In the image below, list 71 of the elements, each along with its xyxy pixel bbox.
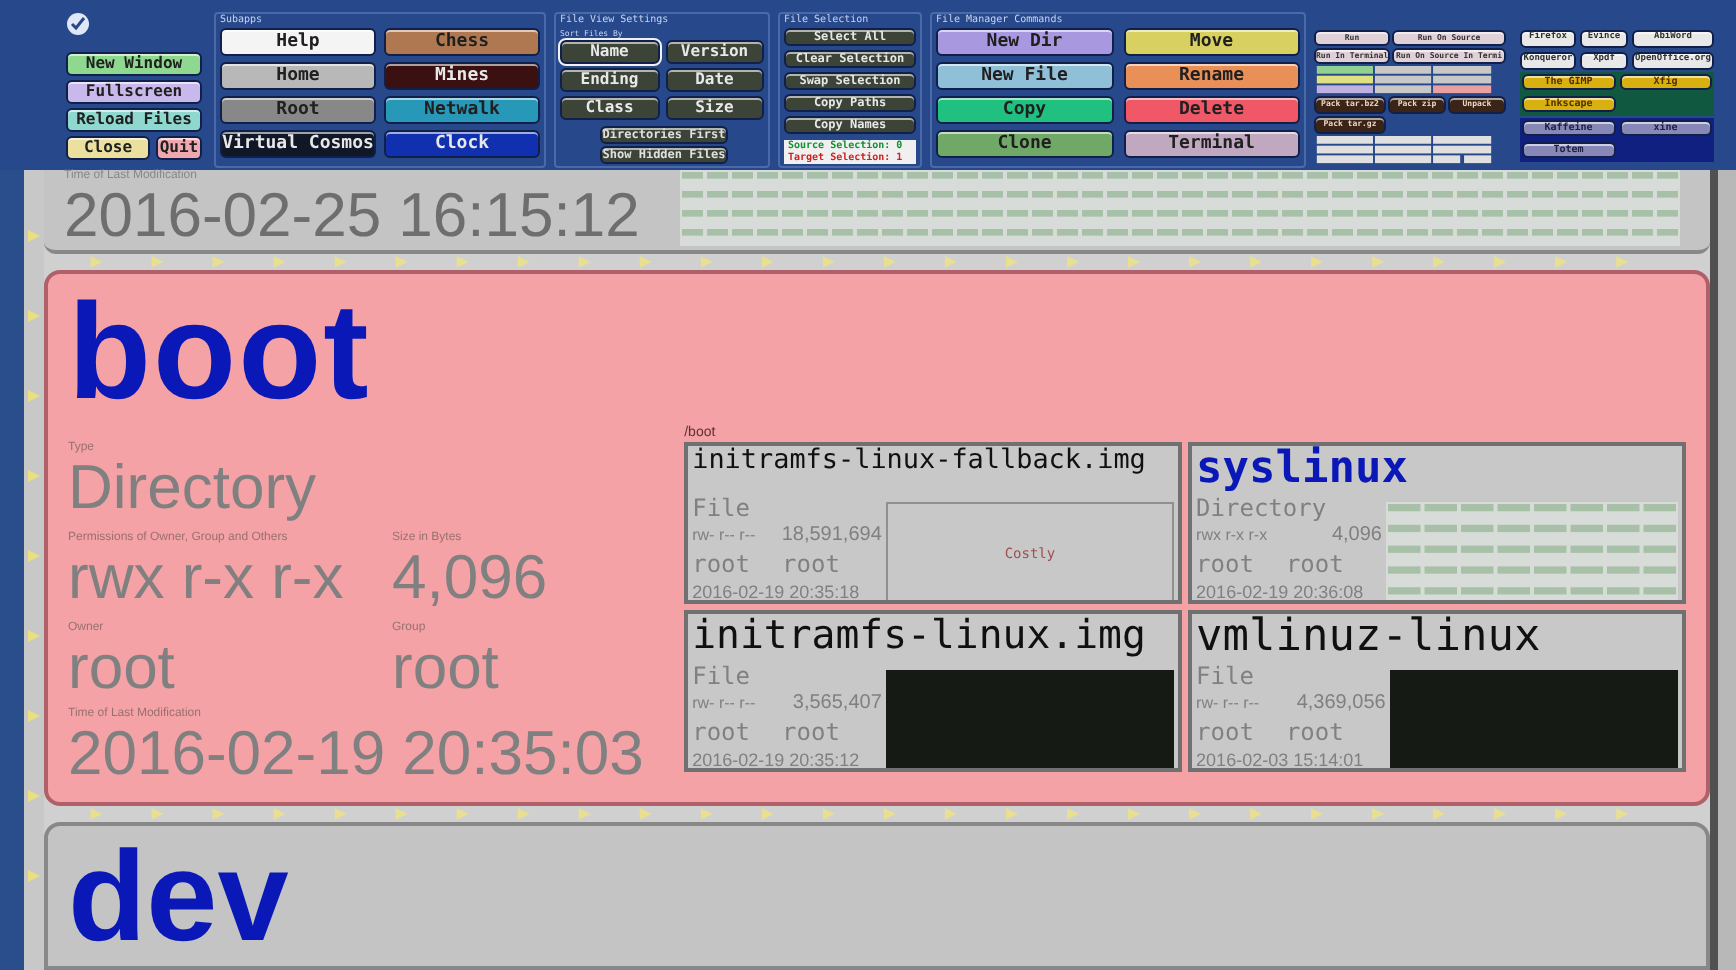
- permissions: rwx r-x r-x: [68, 546, 346, 611]
- owner: root: [1196, 550, 1254, 579]
- permissions: rw- r-- r--: [692, 524, 756, 549]
- entry-card[interactable]: [44, 270, 1710, 807]
- command-button[interactable]: Name: [560, 40, 659, 64]
- child-name: initramfs-linux.img: [692, 614, 1148, 659]
- logo-icon: [66, 12, 90, 36]
- owner: root: [1196, 718, 1254, 747]
- entry-name: boot: [68, 278, 373, 427]
- command-button[interactable]: Home: [220, 62, 376, 90]
- command-button[interactable]: Clone: [936, 130, 1113, 158]
- child-type: File: [692, 662, 753, 691]
- command-button[interactable]: Netwalk: [384, 96, 540, 124]
- child-name: syslinux: [1196, 446, 1411, 495]
- file-size: 4,096: [392, 546, 548, 611]
- entry-name: dev: [68, 826, 291, 966]
- command-button[interactable]: Version: [665, 40, 764, 64]
- command-button[interactable]: Reload Files: [66, 108, 202, 132]
- command-button[interactable]: Close: [66, 136, 150, 160]
- command-button[interactable]: Root: [220, 96, 376, 124]
- owner: root: [68, 636, 177, 701]
- scrollbar[interactable]: [1710, 170, 1736, 970]
- file-size: 18,591,694: [781, 522, 882, 551]
- child-entry-card[interactable]: vmlinuz-linux File rw- r-- r-- 4,369,056 root root 2016-02-03 15:14:01: [1188, 610, 1686, 773]
- command-button[interactable]: Delete: [1123, 96, 1300, 124]
- modification-time: 2016-02-19 20:35:18: [692, 580, 862, 601]
- command-button[interactable]: Virtual Cosmos: [220, 130, 376, 158]
- command-button[interactable]: Chess: [384, 28, 540, 56]
- file-size: 3,565,407: [792, 690, 882, 719]
- group: root: [1285, 550, 1344, 579]
- command-button[interactable]: Ending: [560, 68, 659, 92]
- group: root: [782, 550, 840, 579]
- modification-time: 2016-02-19 20:36:08: [1196, 580, 1366, 601]
- command-button[interactable]: New Window: [66, 52, 202, 76]
- child-type: File: [692, 494, 753, 523]
- command-button[interactable]: Quit: [156, 136, 202, 160]
- permissions: rw- r-- r--: [1196, 692, 1260, 717]
- command-button[interactable]: Mines: [384, 62, 540, 90]
- child-name: vmlinuz-linux: [1196, 614, 1543, 663]
- child-name: initramfs-linux-fallback.img: [692, 446, 1148, 478]
- group: root: [782, 718, 840, 747]
- command-button[interactable]: Size: [665, 96, 764, 120]
- group: root: [392, 636, 499, 701]
- entry-card[interactable]: dev: [44, 822, 1710, 970]
- command-button[interactable]: New File: [936, 62, 1113, 90]
- command-button[interactable]: Help: [220, 28, 376, 56]
- child-type: File: [1196, 662, 1256, 691]
- command-button[interactable]: Class: [560, 96, 659, 120]
- child-entry-card[interactable]: syslinux Directory rwx r-x r-x 4,096 root root 2016-02-19 20:36:08: [1188, 442, 1686, 605]
- command-button[interactable]: Terminal: [1123, 130, 1300, 158]
- permissions: rwx r-x r-x: [1196, 524, 1268, 549]
- child-entry-card[interactable]: initramfs-linux.img File rw- r-- r-- 3,565,407 root root 2016-02-19 20:35:12: [684, 610, 1183, 773]
- command-button[interactable]: New Dir: [936, 28, 1113, 56]
- file-size: 4,096: [1331, 522, 1382, 551]
- owner: root: [692, 550, 751, 579]
- file-size: 4,369,056: [1296, 690, 1386, 719]
- modification-time: 2016-02-25 16:15:12: [64, 184, 642, 248]
- child-type: Directory: [1196, 494, 1329, 523]
- command-button[interactable]: Move: [1123, 28, 1300, 56]
- permissions: rw- r-- r--: [692, 692, 756, 717]
- modification-time: 2016-02-03 15:14:01: [1196, 748, 1366, 769]
- command-button[interactable]: Fullscreen: [66, 80, 202, 104]
- modification-time: 2016-02-19 20:35:12: [692, 748, 862, 769]
- group: root: [1285, 718, 1344, 747]
- command-button[interactable]: Date: [665, 68, 764, 92]
- modification-time: 2016-02-19 20:35:03: [68, 722, 646, 787]
- command-button[interactable]: Copy: [936, 96, 1113, 124]
- owner: root: [692, 718, 751, 747]
- command-button[interactable]: Clock: [384, 130, 540, 158]
- entry-type: Directory: [68, 456, 319, 521]
- command-button[interactable]: Rename: [1123, 62, 1300, 90]
